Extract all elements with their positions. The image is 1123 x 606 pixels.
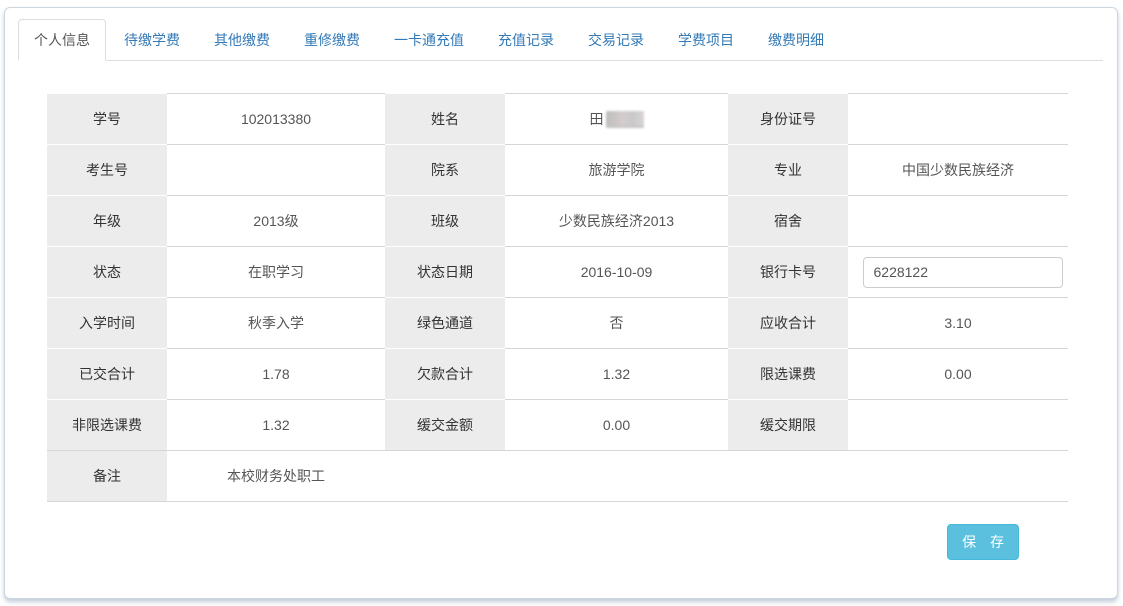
field-label-exam-no: 考生号 (47, 145, 167, 196)
table-row: 备注 本校财务处职工 (47, 451, 1068, 502)
bank-card-input[interactable] (863, 257, 1063, 288)
field-label-bank-card: 银行卡号 (728, 247, 848, 298)
table-row: 入学时间 秋季入学 绿色通道 否 应收合计 3.10 (47, 298, 1068, 349)
tab-tuition-items[interactable]: 学费项目 (662, 19, 750, 61)
field-value-receivable-total: 3.10 (848, 298, 1068, 349)
profile-table: 学号 102013380 姓名 田 身份证号 考生号 院系 旅游学院 专业 中国… (47, 93, 1068, 502)
field-label-paid-total: 已交合计 (47, 349, 167, 400)
tab-transaction-records[interactable]: 交易记录 (572, 19, 660, 61)
field-label-name: 姓名 (385, 94, 505, 145)
field-value-green-channel: 否 (505, 298, 728, 349)
field-value-exam-no (167, 145, 385, 196)
tab-recharge-records[interactable]: 充值记录 (482, 19, 570, 61)
field-label-status: 状态 (47, 247, 167, 298)
field-label-major: 专业 (728, 145, 848, 196)
field-label-deferred-amount: 缓交金额 (385, 400, 505, 451)
field-value-student-no: 102013380 (167, 94, 385, 145)
field-label-id-card: 身份证号 (728, 94, 848, 145)
field-value-remark: 本校财务处职工 (167, 451, 385, 502)
tab-retake-payments[interactable]: 重修缴费 (288, 19, 376, 61)
student-info-panel: 个人信息 待缴学费 其他缴费 重修缴费 一卡通充值 充值记录 交易记录 学费项目… (4, 7, 1118, 599)
field-value-class: 少数民族经济2013 (505, 196, 728, 247)
tab-tuition-due[interactable]: 待缴学费 (108, 19, 196, 61)
save-button[interactable]: 保 存 (947, 524, 1019, 560)
field-value-major: 中国少数民族经济 (848, 145, 1068, 196)
field-label-status-date: 状态日期 (385, 247, 505, 298)
personal-info-content: 学号 102013380 姓名 田 身份证号 考生号 院系 旅游学院 专业 中国… (5, 61, 1117, 560)
field-label-class: 班级 (385, 196, 505, 247)
table-row: 状态 在职学习 状态日期 2016-10-09 银行卡号 (47, 247, 1068, 298)
field-value-enroll-time: 秋季入学 (167, 298, 385, 349)
tab-bar: 个人信息 待缴学费 其他缴费 重修缴费 一卡通充值 充值记录 交易记录 学费项目… (18, 19, 1103, 61)
field-value-dorm (848, 196, 1068, 247)
field-value-non-limited-fee: 1.32 (167, 400, 385, 451)
redacted-name-mosaic (606, 111, 644, 126)
field-label-grade: 年级 (47, 196, 167, 247)
field-value-id-card (848, 94, 1068, 145)
tab-campus-card-recharge[interactable]: 一卡通充值 (378, 19, 480, 61)
field-label-green-channel: 绿色通道 (385, 298, 505, 349)
field-label-deferred-deadline: 缓交期限 (728, 400, 848, 451)
field-value-grade: 2013级 (167, 196, 385, 247)
field-value-paid-total: 1.78 (167, 349, 385, 400)
field-label-department: 院系 (385, 145, 505, 196)
remark-row-filler (385, 451, 1068, 502)
field-label-remark: 备注 (47, 451, 167, 502)
tab-personal-info[interactable]: 个人信息 (18, 19, 106, 61)
field-label-receivable-total: 应收合计 (728, 298, 848, 349)
tab-other-payments[interactable]: 其他缴费 (198, 19, 286, 61)
field-value-deferred-deadline (848, 400, 1068, 451)
field-cell-bank-card (848, 247, 1068, 298)
field-value-owed-total: 1.32 (505, 349, 728, 400)
field-value-status: 在职学习 (167, 247, 385, 298)
field-label-student-no: 学号 (47, 94, 167, 145)
field-label-enroll-time: 入学时间 (47, 298, 167, 349)
table-row: 非限选课费 1.32 缓交金额 0.00 缓交期限 (47, 400, 1068, 451)
table-row: 年级 2013级 班级 少数民族经济2013 宿舍 (47, 196, 1068, 247)
field-label-dorm: 宿舍 (728, 196, 848, 247)
field-value-limited-fee: 0.00 (848, 349, 1068, 400)
tab-payment-details[interactable]: 缴费明细 (752, 19, 840, 61)
table-row: 已交合计 1.78 欠款合计 1.32 限选课费 0.00 (47, 349, 1068, 400)
field-value-name: 田 (505, 94, 728, 145)
table-row: 考生号 院系 旅游学院 专业 中国少数民族经济 (47, 145, 1068, 196)
field-value-deferred-amount: 0.00 (505, 400, 728, 451)
field-label-non-limited-fee: 非限选课费 (47, 400, 167, 451)
field-value-department: 旅游学院 (505, 145, 728, 196)
field-value-status-date: 2016-10-09 (505, 247, 728, 298)
form-actions: 保 存 (47, 502, 1068, 560)
table-row: 学号 102013380 姓名 田 身份证号 (47, 94, 1068, 145)
field-label-limited-fee: 限选课费 (728, 349, 848, 400)
field-label-owed-total: 欠款合计 (385, 349, 505, 400)
